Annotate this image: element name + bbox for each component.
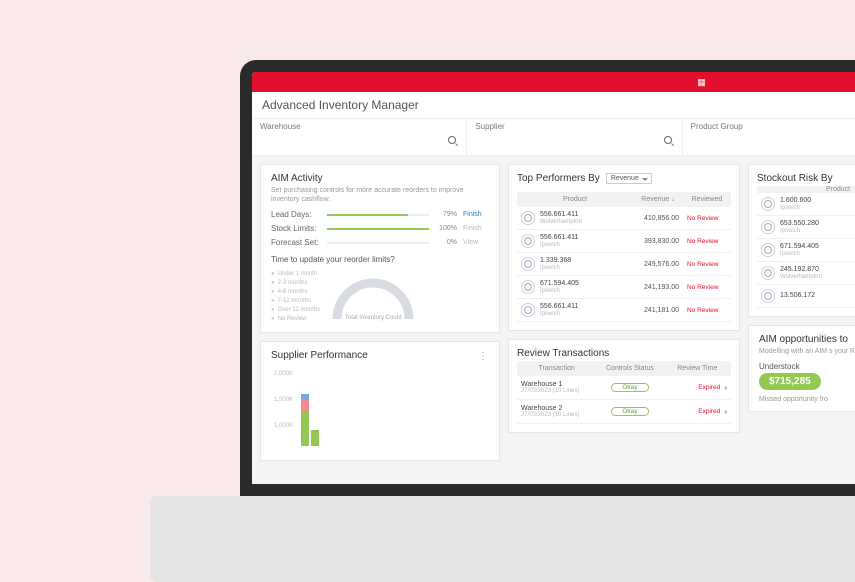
- table-row[interactable]: 1.600.600Ipswich: [757, 193, 855, 216]
- review-transactions-card: Review Transactions Transaction Controls…: [508, 339, 740, 433]
- product-icon: [761, 266, 775, 280]
- table-row[interactable]: 556.661.411Wolverhampton 410,856.00 No R…: [517, 207, 731, 230]
- finish-link[interactable]: Finish: [463, 225, 489, 232]
- filter-label: Supplier: [475, 122, 673, 131]
- filter-bar: Warehouse Supplier Product Group Product…: [252, 119, 855, 156]
- card-title: Top Performers By Revenue: [517, 173, 652, 184]
- card-subtitle: Modelling with an AIM s your ROI. Give i…: [759, 347, 855, 356]
- status-badge: Okay: [611, 383, 648, 392]
- view-link[interactable]: View: [463, 239, 489, 246]
- supplier-performance-chart: 2,000K 1,500K 1,000K: [271, 369, 489, 454]
- table-row[interactable]: 671.594.405Ipswich: [757, 239, 855, 262]
- product-icon: [521, 257, 535, 271]
- card-title: AIM opportunities to: [759, 334, 855, 345]
- grid-icon[interactable]: ▦: [697, 77, 707, 88]
- card-subtitle: Set purchasing controls for more accurat…: [271, 186, 489, 204]
- page-title: Advanced Inventory Manager: [252, 92, 855, 119]
- table-row[interactable]: 671.594.405Ipswich 241,193.00 No Review: [517, 276, 731, 299]
- product-icon: [521, 303, 535, 317]
- understock-value-badge: $715,285: [759, 373, 821, 390]
- filter-warehouse[interactable]: Warehouse: [252, 119, 467, 155]
- table-row[interactable]: 556.661.411Ipswich 241,181.00 No Review: [517, 299, 731, 322]
- card-title: AIM Activity: [271, 173, 489, 184]
- card-title: Supplier Performance: [271, 350, 368, 361]
- top-performers-card: Top Performers By Revenue Product Revenu…: [508, 164, 740, 331]
- chevron-right-icon[interactable]: ›: [724, 407, 727, 416]
- metric-stock-limits: Stock Limits: 100% Finish: [271, 224, 489, 233]
- table-header: Product: [757, 186, 855, 193]
- gauge-legend: Under 1 month 2-3 months 4-6 months 7-12…: [271, 270, 320, 324]
- inventory-gauge-icon: Total Inventory Count: [328, 269, 418, 324]
- app-topbar: ▦: [252, 72, 855, 92]
- search-icon[interactable]: [664, 136, 674, 146]
- table-header: Product Revenue ↓ Reviewed: [517, 192, 731, 207]
- metric-forecast-set: Forecast Set: 0% View: [271, 238, 489, 247]
- card-title: Review Transactions: [517, 348, 731, 359]
- filter-product-group[interactable]: Product Group: [683, 119, 855, 155]
- reorder-title: Time to update your reorder limits?: [271, 255, 489, 264]
- laptop-screen: ▦ Advanced Inventory Manager Warehouse S…: [240, 60, 855, 496]
- understock-label: Understock: [759, 362, 855, 371]
- product-icon: [761, 220, 775, 234]
- stockout-risk-card: Stockout Risk By Product 1.600.600Ipswic…: [748, 164, 855, 317]
- metric-lead-days: Lead Days: 79% Finish: [271, 210, 489, 219]
- filter-supplier[interactable]: Supplier: [467, 119, 682, 155]
- product-icon: [521, 211, 535, 225]
- metric-select[interactable]: Revenue: [606, 173, 652, 184]
- product-icon: [521, 280, 535, 294]
- table-row[interactable]: 653.550.280Ipswich: [757, 216, 855, 239]
- laptop-base: [150, 496, 855, 582]
- missed-opportunity-text: Missed opportunity fro: [759, 396, 855, 403]
- card-title: Stockout Risk By: [757, 173, 855, 184]
- status-badge: Okay: [611, 407, 648, 416]
- product-icon: [761, 289, 775, 303]
- product-icon: [761, 243, 775, 257]
- aim-activity-card: AIM Activity Set purchasing controls for…: [260, 164, 500, 333]
- finish-link[interactable]: Finish: [463, 211, 489, 218]
- table-row[interactable]: Warehouse 127/03/2023 (10 Lines) Okay Ex…: [517, 376, 731, 400]
- more-icon[interactable]: ⋮: [478, 351, 489, 362]
- product-icon: [521, 234, 535, 248]
- search-icon[interactable]: [448, 136, 458, 146]
- aim-opportunities-card: AIM opportunities to Modelling with an A…: [748, 325, 855, 412]
- table-header: Transaction Controls Status Review Time: [517, 361, 731, 376]
- table-row[interactable]: 245.192.870Wolverhampton: [757, 262, 855, 285]
- table-row[interactable]: Warehouse 227/03/2023 (10 Lines) Okay Ex…: [517, 400, 731, 424]
- filter-label: Warehouse: [260, 122, 458, 131]
- table-row[interactable]: 556.661.411Ipswich 393,830.00 No Review: [517, 230, 731, 253]
- table-row[interactable]: 13.506.172: [757, 285, 855, 308]
- filter-label: Product Group: [691, 122, 855, 131]
- chevron-right-icon[interactable]: ›: [724, 383, 727, 392]
- table-row[interactable]: 1.339.368Ipswich 249,576.00 No Review: [517, 253, 731, 276]
- product-icon: [761, 197, 775, 211]
- supplier-performance-card: Supplier Performance ⋮ 2,000K 1,500K 1,0…: [260, 341, 500, 461]
